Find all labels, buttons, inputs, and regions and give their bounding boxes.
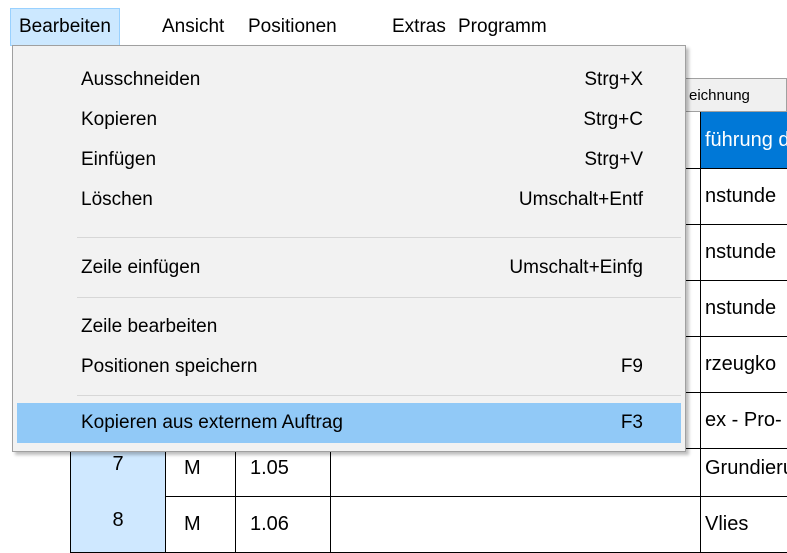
menu-bearbeiten[interactable]: Bearbeiten bbox=[10, 8, 120, 46]
menu-item-ausschneiden[interactable]: Ausschneiden Strg+X bbox=[17, 60, 681, 100]
menu-item-shortcut: F3 bbox=[620, 412, 643, 433]
menu-item-label: Zeile einfügen bbox=[81, 257, 201, 278]
menu-item-label: Kopieren bbox=[81, 109, 158, 130]
menu-item-zeile-bearbeiten[interactable]: Zeile bearbeiten bbox=[17, 307, 681, 347]
menu-item-shortcut: Strg+V bbox=[584, 149, 643, 170]
menu-item-kopieren[interactable]: Kopieren Strg+C bbox=[17, 100, 681, 140]
menu-item-shortcut: F9 bbox=[620, 356, 643, 377]
menu-bar: Bearbeiten Ansicht Positionen Extras Pro… bbox=[0, 0, 787, 46]
menu-item-label: Kopieren aus externem Auftrag bbox=[81, 412, 343, 433]
cell-bezeichnung[interactable]: nstunde bbox=[700, 224, 787, 280]
menu-item-label: Zeile bearbeiten bbox=[81, 316, 218, 337]
menu-positionen[interactable]: Positionen bbox=[240, 8, 345, 46]
menu-item-shortcut: Strg+C bbox=[583, 109, 643, 130]
menu-item-zeile-einfuegen[interactable]: Zeile einfügen Umschalt+Einfg bbox=[17, 248, 681, 288]
cell-bezeichnung[interactable]: nstunde bbox=[700, 168, 787, 224]
table-row[interactable]: 8 M 1.06 Vlies bbox=[70, 496, 787, 553]
cell-bezeichnung[interactable]: Grundierung bbox=[700, 440, 787, 496]
menu-item-positionen-speichern[interactable]: Positionen speichern F9 bbox=[17, 347, 681, 387]
menu-programm[interactable]: Programm bbox=[450, 8, 555, 46]
menu-item-label: Positionen speichern bbox=[81, 356, 258, 377]
menu-item-shortcut: Umschalt+Entf bbox=[518, 189, 643, 210]
menu-item-shortcut: Umschalt+Einfg bbox=[509, 257, 643, 278]
menu-ansicht[interactable]: Ansicht bbox=[154, 8, 232, 46]
menu-item-label: Einfügen bbox=[81, 149, 157, 170]
menu-item-shortcut: Strg+X bbox=[584, 69, 643, 90]
menu-item-label: Ausschneiden bbox=[81, 69, 201, 90]
menu-item-einfuegen[interactable]: Einfügen Strg+V bbox=[17, 140, 681, 180]
edit-dropdown-menu: Ausschneiden Strg+X Kopieren Strg+C Einf… bbox=[12, 45, 686, 452]
menu-separator bbox=[77, 297, 681, 298]
menu-item-label: Löschen bbox=[81, 189, 153, 210]
menu-item-loeschen[interactable]: Löschen Umschalt+Entf bbox=[17, 180, 681, 220]
column-header-bezeichnung[interactable]: eichnung bbox=[684, 78, 787, 112]
cell-bezeichnung[interactable]: rzeugko bbox=[700, 336, 787, 392]
menu-separator bbox=[77, 395, 681, 396]
menu-item-kopieren-aus-externem-auftrag[interactable]: Kopieren aus externem Auftrag F3 bbox=[17, 403, 681, 443]
menu-separator bbox=[77, 237, 681, 238]
menu-extras[interactable]: Extras bbox=[384, 8, 454, 46]
cell-bezeichnung[interactable]: führung d bbox=[700, 112, 787, 168]
cell-bezeichnung[interactable]: nstunde bbox=[700, 280, 787, 336]
